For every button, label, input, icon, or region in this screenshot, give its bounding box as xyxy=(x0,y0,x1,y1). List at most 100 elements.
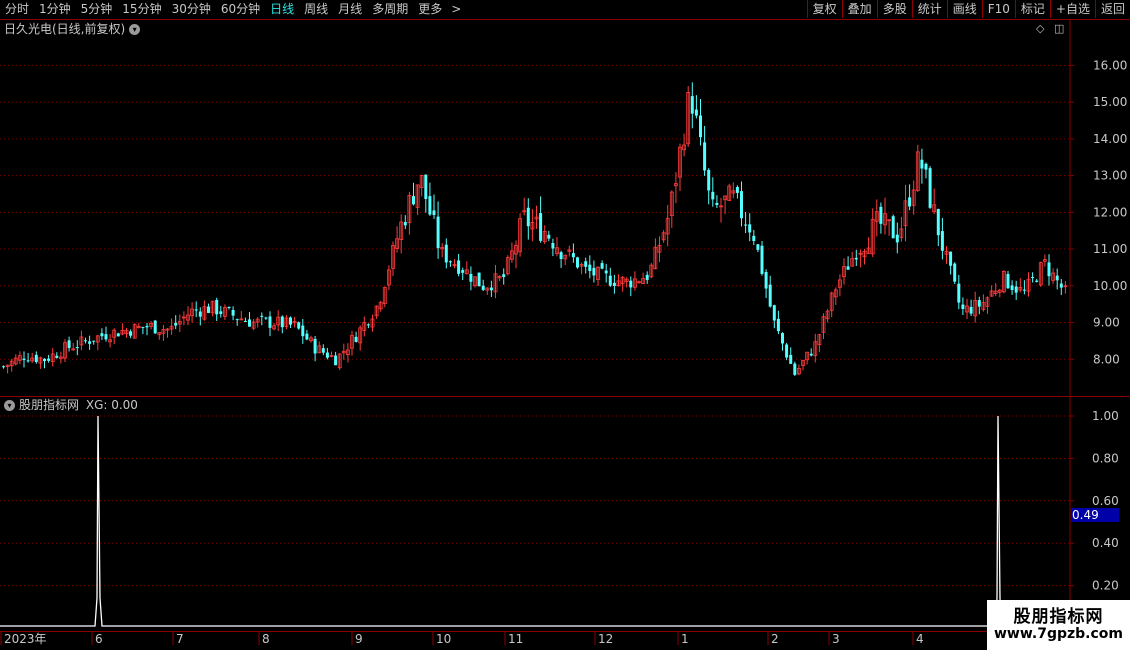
current-value-label: 0.49 xyxy=(1072,508,1099,522)
time-axis-label: 6 xyxy=(95,632,103,646)
candle-body-down xyxy=(539,213,543,241)
candle-body-down xyxy=(547,234,551,239)
indicator-tick-label: 0.60 xyxy=(1092,494,1119,508)
candle-body-down xyxy=(789,354,793,364)
candle-body-down xyxy=(949,251,953,266)
candle-body-down xyxy=(502,274,506,278)
candle-body-down xyxy=(129,331,133,336)
candle-body-down xyxy=(1047,262,1051,277)
candle-body-down xyxy=(920,159,924,169)
price-tick-label: 8.00 xyxy=(1093,352,1120,366)
candle-body-down xyxy=(481,285,485,290)
candle-body-down xyxy=(354,336,358,342)
time-axis-label: 11 xyxy=(508,632,523,646)
candle-body-down xyxy=(940,231,944,251)
candle-body-down xyxy=(145,325,149,328)
candle-body-down xyxy=(879,206,883,224)
watermark: 股朋指标网 www.7gpzb.com xyxy=(987,600,1130,650)
indicator-tick-label: 0.20 xyxy=(1092,579,1119,593)
candle-body-down xyxy=(47,358,51,361)
candle-body-down xyxy=(908,197,912,207)
candle-body-down xyxy=(457,260,461,274)
candle-body-down xyxy=(854,257,858,260)
candle-body-down xyxy=(289,317,292,325)
candle-body-down xyxy=(707,169,711,191)
watermark-url: www.7gpzb.com xyxy=(993,626,1123,642)
candle-body-down xyxy=(891,216,895,239)
candle-body-down xyxy=(67,340,71,348)
candle-body-down xyxy=(104,334,108,340)
candle-body-down xyxy=(924,163,928,170)
time-axis-label: 3 xyxy=(832,632,840,646)
time-axis-label: 4 xyxy=(916,632,924,646)
candle-body-down xyxy=(264,317,268,319)
candle-body-down xyxy=(846,266,850,270)
candle-body-down xyxy=(645,274,649,280)
candle-body-down xyxy=(424,174,428,199)
candle-body-down xyxy=(699,115,702,138)
candle-body-down xyxy=(153,320,157,334)
candle-body-down xyxy=(793,363,797,375)
candle-body-down xyxy=(1014,286,1018,293)
side-panel-edge[interactable] xyxy=(1118,20,1130,650)
candle-body-down xyxy=(432,210,436,216)
candle-body-down xyxy=(1006,273,1010,289)
candle-body-down xyxy=(26,360,30,362)
indicator-tick-label: 1.00 xyxy=(1092,409,1119,423)
candle-body-down xyxy=(325,352,329,358)
candle-body-down xyxy=(584,261,588,267)
candle-body-down xyxy=(428,196,432,215)
candle-body-down xyxy=(744,224,748,226)
candle-body-down xyxy=(781,333,784,344)
time-axis-label: 2 xyxy=(771,632,779,646)
candle-body-down xyxy=(760,245,764,274)
candle-body-down xyxy=(235,319,239,321)
candle-body-down xyxy=(22,358,26,360)
candle-body-down xyxy=(526,207,530,227)
price-tick-label: 9.00 xyxy=(1093,316,1120,330)
candle-body-down xyxy=(436,216,440,249)
candle-body-down xyxy=(100,333,104,337)
indicator-tick-label: 0.80 xyxy=(1092,451,1119,465)
candle-body-down xyxy=(84,340,87,342)
candle-body-down xyxy=(551,243,555,249)
candle-body-down xyxy=(92,340,96,342)
candle-body-down xyxy=(772,305,776,321)
candle-body-down xyxy=(141,326,145,328)
candle-body-down xyxy=(559,252,563,260)
candle-body-down xyxy=(756,244,760,250)
candle-body-down xyxy=(1010,285,1014,290)
candle-body-down xyxy=(116,333,120,337)
candle-body-down xyxy=(576,257,579,268)
candle-body-down xyxy=(571,253,575,258)
candle-body-down xyxy=(207,306,210,313)
candle-body-down xyxy=(305,333,309,340)
time-axis-label: 10 xyxy=(436,632,451,646)
candle-body-down xyxy=(1035,280,1039,282)
candle-body-down xyxy=(977,300,981,307)
candle-body-down xyxy=(297,322,301,329)
chart-canvas[interactable]: 16.0015.0014.0013.0012.0011.0010.009.008… xyxy=(0,0,1130,650)
candle-body-down xyxy=(243,320,247,322)
candle-body-down xyxy=(260,315,264,317)
candle-body-down xyxy=(34,354,38,362)
candle-body-down xyxy=(198,311,202,317)
candle-body-down xyxy=(895,234,899,243)
candle-body-down xyxy=(2,366,5,368)
candle-body-down xyxy=(248,319,251,327)
candle-body-down xyxy=(752,235,756,242)
candle-body-down xyxy=(268,316,272,328)
candle-body-down xyxy=(776,318,780,332)
candle-body-down xyxy=(785,344,789,358)
candle-body-down xyxy=(629,280,633,288)
candle-body-down xyxy=(477,272,481,287)
candle-body-down xyxy=(612,282,616,286)
candle-body-down xyxy=(75,347,79,349)
candle-body-down xyxy=(313,338,317,354)
candle-body-down xyxy=(809,353,813,356)
candle-body-down xyxy=(740,191,743,219)
candle-body-down xyxy=(768,284,772,307)
candle-body-down xyxy=(1059,283,1063,288)
indicator-tick-label: 0.40 xyxy=(1092,536,1119,550)
time-axis-label: 9 xyxy=(355,632,363,646)
